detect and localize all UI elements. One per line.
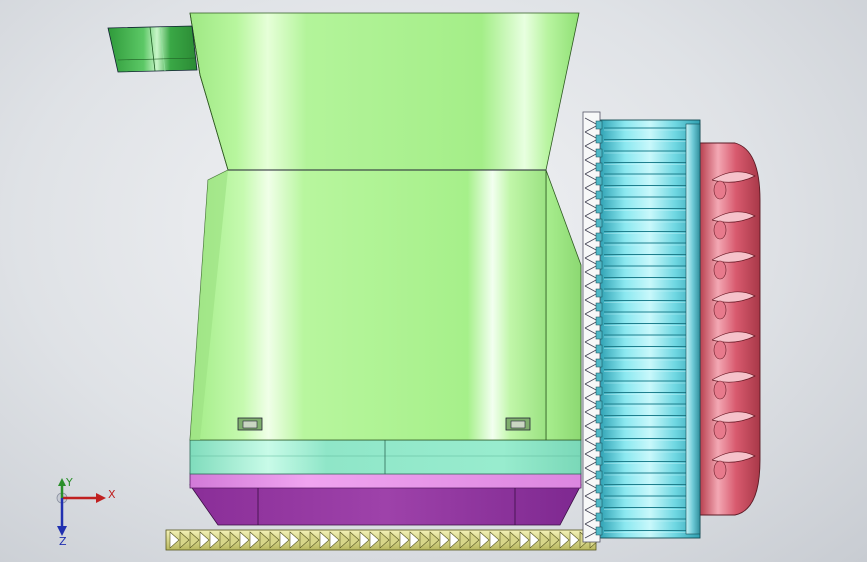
gear-rack[interactable]: [165, 529, 600, 551]
latch-right[interactable]: [505, 417, 531, 431]
upper-hopper[interactable]: [189, 12, 580, 171]
z-axis-label: Z: [59, 535, 67, 548]
y-axis-label: Y: [65, 478, 73, 489]
axis-triad: X Y Z: [56, 478, 116, 548]
purple-base[interactable]: [189, 472, 582, 526]
x-axis-label: X: [108, 488, 116, 501]
z-axis-arrow: [57, 498, 67, 536]
handle-bracket[interactable]: [107, 25, 198, 73]
lower-housing[interactable]: [189, 169, 582, 441]
serrated-edge: [582, 111, 603, 543]
3d-model-view[interactable]: [0, 0, 867, 562]
cad-viewport[interactable]: X Y Z: [0, 0, 867, 562]
cyan-band[interactable]: [189, 439, 582, 475]
x-axis-arrow: [62, 493, 106, 503]
motor-cap[interactable]: [699, 142, 761, 516]
latch-left[interactable]: [237, 417, 263, 431]
fan-wheel[interactable]: [599, 119, 701, 539]
